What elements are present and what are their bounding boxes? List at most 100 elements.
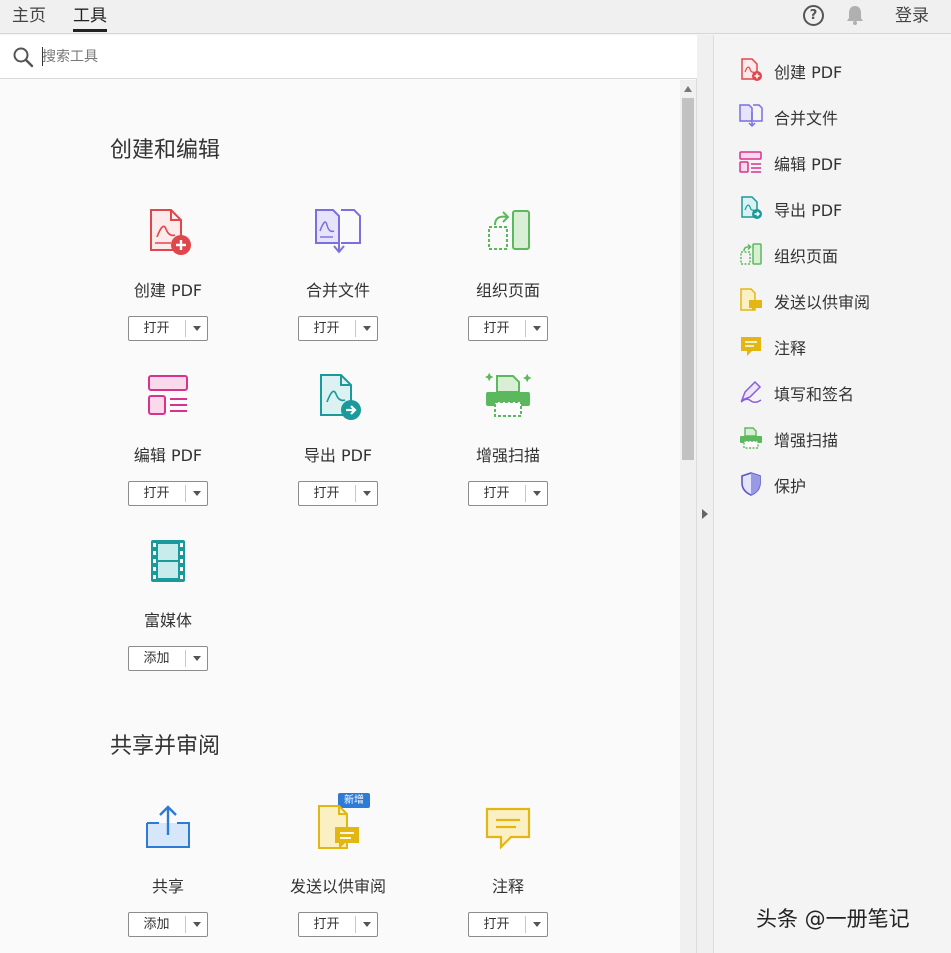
button-label: 打开	[143, 486, 170, 501]
chevron-down-icon[interactable]	[193, 326, 201, 331]
tool-edit-pdf: 编辑 PDF 打开	[83, 372, 253, 532]
right-item-protect[interactable]: 保护	[739, 470, 939, 498]
vertical-scrollbar[interactable]	[680, 80, 696, 953]
button-label: 打开	[483, 321, 510, 336]
right-item-label: 导出 PDF	[774, 201, 843, 220]
edit-pdf-icon	[739, 151, 762, 173]
tab-home[interactable]: 主页	[12, 4, 46, 32]
tool-label: 合并文件	[305, 281, 370, 300]
create-pdf-icon	[741, 58, 762, 81]
combine-files-icon	[739, 104, 763, 128]
tool-label: 导出 PDF	[303, 446, 373, 465]
export-pdf-icon	[741, 196, 762, 219]
open-button[interactable]: 打开	[128, 481, 208, 506]
add-button[interactable]: 添加	[128, 646, 208, 671]
tool-organize-pages: 组织页面 打开	[423, 207, 593, 367]
tool-rich-media: 富媒体 添加	[83, 537, 253, 697]
tool-create-pdf: 创建 PDF 打开	[83, 207, 253, 367]
search-input[interactable]	[42, 45, 642, 69]
chevron-right-icon[interactable]	[702, 509, 708, 519]
login-button[interactable]: 登录	[895, 4, 929, 28]
right-item-export-pdf[interactable]: 导出 PDF	[739, 194, 939, 222]
right-item-label: 创建 PDF	[774, 63, 843, 82]
send-review-icon	[318, 805, 359, 849]
chevron-down-icon[interactable]	[533, 326, 541, 331]
organize-pages-icon	[740, 243, 762, 265]
tab-tools[interactable]: 工具	[73, 4, 107, 32]
right-item-label: 保护	[774, 477, 807, 496]
button-label: 添加	[143, 917, 170, 932]
right-item-edit-pdf[interactable]: 编辑 PDF	[739, 148, 939, 176]
chevron-down-icon[interactable]	[193, 922, 201, 927]
right-tools-pane: 创建 PDF 合并文件 编辑 PDF 导出 PDF 组织页面 发送以供审阅 注释…	[715, 35, 951, 953]
right-item-combine-files[interactable]: 合并文件	[739, 102, 939, 130]
watermark: 头条 @一册笔记	[756, 907, 910, 931]
top-bar: 主页 工具 ? 登录	[0, 0, 951, 34]
combine-files-icon	[315, 209, 361, 254]
divider	[185, 485, 186, 502]
chevron-down-icon[interactable]	[193, 491, 201, 496]
search-icon	[13, 47, 34, 68]
divider	[525, 485, 526, 502]
tool-label: 创建 PDF	[133, 281, 203, 300]
chevron-down-icon[interactable]	[363, 326, 371, 331]
open-button[interactable]: 打开	[298, 316, 378, 341]
right-item-comment[interactable]: 注释	[739, 332, 939, 360]
scroll-up-icon[interactable]	[684, 86, 692, 92]
send-review-icon	[740, 288, 762, 311]
bell-icon[interactable]	[845, 4, 865, 26]
button-label: 打开	[313, 486, 340, 501]
tool-comment: 注释 打开	[423, 803, 593, 953]
help-icon[interactable]: ?	[803, 5, 824, 26]
panel-collapse-strip[interactable]	[697, 35, 714, 953]
open-button[interactable]: 打开	[468, 316, 548, 341]
chevron-down-icon[interactable]	[363, 491, 371, 496]
divider	[185, 650, 186, 667]
create-pdf-icon	[150, 209, 191, 255]
tool-label: 注释	[491, 877, 524, 896]
open-button[interactable]: 打开	[468, 912, 548, 937]
divider	[355, 916, 356, 933]
chevron-down-icon[interactable]	[533, 922, 541, 927]
right-item-organize-pages[interactable]: 组织页面	[739, 240, 939, 268]
tool-label: 共享	[151, 877, 184, 896]
right-item-create-pdf[interactable]: 创建 PDF	[739, 56, 939, 84]
tool-label: 组织页面	[475, 281, 540, 300]
button-label: 打开	[143, 321, 170, 336]
enhance-scan-icon	[485, 372, 532, 417]
right-item-enhance-scan[interactable]: 增强扫描	[739, 424, 939, 452]
open-button[interactable]: 打开	[298, 912, 378, 937]
divider	[355, 320, 356, 337]
tool-share: 共享 添加	[83, 803, 253, 953]
search-bar	[0, 35, 697, 79]
tool-send-for-review: 新增 发送以供审阅 打开	[253, 793, 423, 953]
tool-export-pdf: 导出 PDF 打开	[253, 372, 423, 532]
open-button[interactable]: 打开	[468, 481, 548, 506]
tool-label: 发送以供审阅	[289, 877, 386, 896]
tool-label: 增强扫描	[475, 446, 540, 465]
chevron-down-icon[interactable]	[533, 491, 541, 496]
chevron-down-icon[interactable]	[193, 656, 201, 661]
divider	[355, 485, 356, 502]
comment-icon	[485, 807, 531, 850]
divider	[525, 916, 526, 933]
button-label: 打开	[483, 486, 510, 501]
open-button[interactable]: 打开	[128, 316, 208, 341]
divider	[525, 320, 526, 337]
add-button[interactable]: 添加	[128, 912, 208, 937]
divider	[185, 320, 186, 337]
chevron-down-icon[interactable]	[363, 922, 371, 927]
right-item-fill-sign[interactable]: 填写和签名	[739, 378, 939, 406]
open-button[interactable]: 打开	[298, 481, 378, 506]
right-item-send-for-review[interactable]: 发送以供审阅	[739, 286, 939, 314]
section-title-create-edit: 创建和编辑	[110, 138, 221, 163]
right-item-label: 增强扫描	[774, 431, 839, 450]
button-label: 打开	[313, 917, 340, 932]
button-label: 打开	[313, 321, 340, 336]
tools-scroll-area: 创建和编辑 创建 PDF 打开 合并文件 打开 组织页面 打开 编辑 PDF 打…	[0, 80, 697, 953]
right-item-label: 注释	[774, 339, 807, 358]
text-caret	[42, 47, 43, 66]
export-pdf-icon	[320, 374, 361, 420]
tool-label: 富媒体	[143, 611, 192, 630]
scrollbar-thumb[interactable]	[682, 98, 694, 460]
